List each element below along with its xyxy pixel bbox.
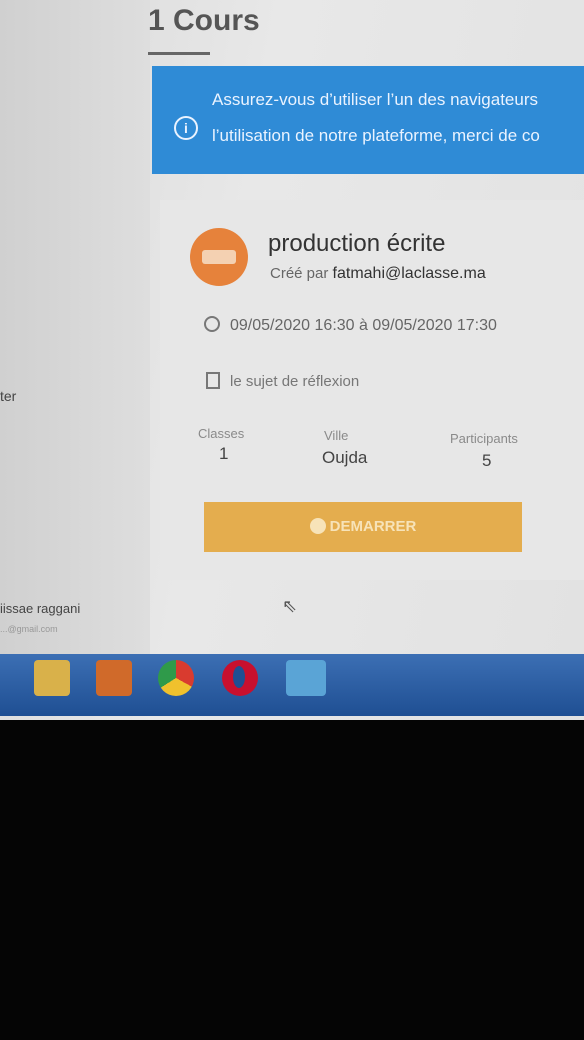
course-creator: Créé par fatmahi@laclasse.ma — [270, 265, 486, 283]
opera-icon[interactable] — [222, 660, 258, 696]
play-icon — [309, 518, 326, 534]
graduation-cap-icon — [202, 250, 236, 264]
banner-text-line2: l’utilisation de notre plateforme, merci… — [212, 126, 540, 145]
user-email: ...@gmail.com — [0, 624, 58, 634]
mouse-cursor-icon: ⇖ — [282, 596, 298, 616]
classes-label: Classes — [198, 426, 245, 441]
ville-label: Ville — [324, 428, 349, 443]
banner-text-line1: Assurez-vous d’utiliser l’un des navigat… — [212, 90, 538, 109]
sidebar — [0, 0, 150, 660]
participants-label: Participants — [450, 431, 518, 446]
title-underline — [148, 52, 210, 55]
sidebar-partial-text: ter — [0, 388, 17, 404]
chrome-icon[interactable] — [158, 660, 194, 696]
document-icon — [206, 372, 220, 389]
creator-email[interactable]: fatmahi@laclasse.ma — [333, 265, 486, 282]
start-button-label: DEMARRER — [329, 518, 417, 535]
classes-value: 1 — [219, 444, 229, 463]
document-label: le sujet de réflexion — [230, 373, 360, 390]
active-window-icon[interactable] — [286, 660, 326, 696]
ville-value: Oujda — [322, 448, 368, 467]
info-icon: i — [174, 116, 198, 140]
course-document-link[interactable]: le sujet de réflexion — [206, 372, 359, 390]
user-name[interactable]: iissae raggani — [0, 601, 80, 616]
folder-icon[interactable] — [34, 660, 70, 696]
course-schedule: 09/05/2020 16:30 à 09/05/2020 17:30 — [204, 316, 497, 335]
media-player-icon[interactable] — [96, 660, 132, 696]
page-title: 1 Cours — [148, 4, 260, 37]
participants-value: 5 — [482, 451, 492, 470]
created-by-label: Créé par — [270, 265, 329, 282]
course-title[interactable]: production écrite — [268, 230, 445, 258]
course-avatar — [190, 228, 248, 286]
start-button[interactable]: DEMARRER — [204, 502, 522, 552]
course-dates: 09/05/2020 16:30 à 09/05/2020 17:30 — [230, 317, 497, 334]
monitor-screen: ter iissae raggani ...@gmail.com 1 Cours… — [0, 0, 584, 720]
info-banner: i Assurez-vous d’utiliser l’un des navig… — [152, 66, 584, 174]
clock-icon — [204, 316, 220, 332]
taskbar — [0, 654, 584, 716]
